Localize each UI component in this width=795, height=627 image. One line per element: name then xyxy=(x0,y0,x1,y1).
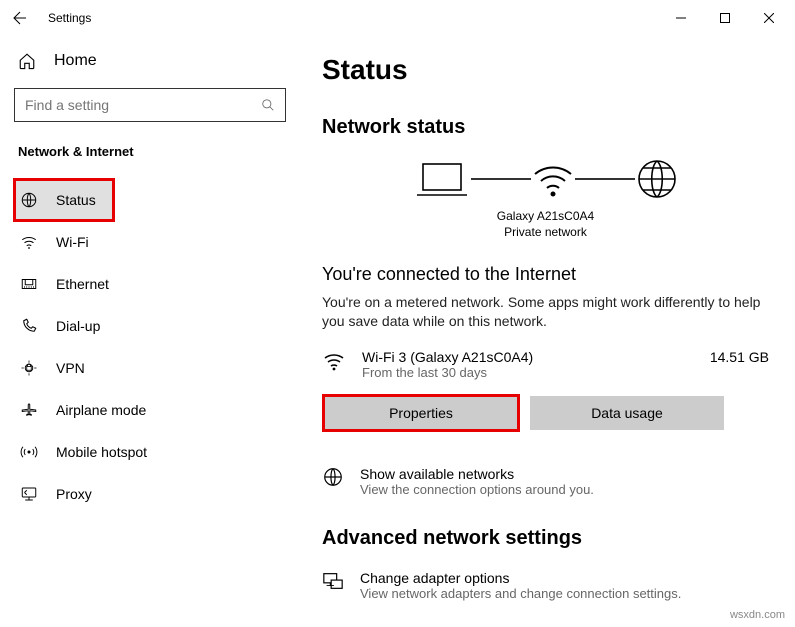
sidebar-item-label: Mobile hotspot xyxy=(56,444,147,460)
watermark: wsxdn.com xyxy=(730,609,785,621)
sidebar-item-status[interactable]: Status xyxy=(14,179,114,221)
adapter-options-row[interactable]: Change adapter options View network adap… xyxy=(322,570,769,601)
globe-icon xyxy=(322,466,344,497)
button-row: Properties Data usage xyxy=(324,396,769,430)
minimize-button[interactable] xyxy=(659,3,703,33)
close-button[interactable] xyxy=(747,3,791,33)
wifi-icon xyxy=(322,349,346,373)
wifi-icon xyxy=(531,158,575,200)
sidebar-item-label: Wi-Fi xyxy=(56,234,89,250)
advanced-title: Advanced network settings xyxy=(322,527,769,550)
titlebar: Settings xyxy=(0,0,795,36)
network-status-title: Network status xyxy=(322,116,769,139)
diagram-line xyxy=(575,178,635,180)
window-title: Settings xyxy=(48,11,91,25)
available-sub: View the connection options around you. xyxy=(360,482,594,497)
search-box[interactable] xyxy=(14,88,286,122)
sidebar-item-wifi[interactable]: Wi-Fi xyxy=(14,221,286,263)
sidebar-item-label: Ethernet xyxy=(56,276,109,292)
wifi-name: Wi-Fi 3 (Galaxy A21sC0A4) xyxy=(362,349,694,365)
wifi-icon xyxy=(20,233,38,251)
titlebar-left: Settings xyxy=(8,6,91,30)
sidebar-item-proxy[interactable]: Proxy xyxy=(14,473,286,515)
page-title: Status xyxy=(322,54,769,86)
close-icon xyxy=(764,13,774,23)
wifi-connection-row: Wi-Fi 3 (Galaxy A21sC0A4) From the last … xyxy=(322,349,769,380)
properties-button[interactable]: Properties xyxy=(324,396,518,430)
adapter-icon xyxy=(322,570,344,601)
data-usage-button[interactable]: Data usage xyxy=(530,396,724,430)
router-name: Galaxy A21sC0A4 xyxy=(322,209,769,225)
sidebar-item-airplane[interactable]: Airplane mode xyxy=(14,389,286,431)
network-type: Private network xyxy=(322,225,769,241)
available-title: Show available networks xyxy=(360,466,594,482)
main-area: Home Network & Internet Status Wi-Fi Eth… xyxy=(0,36,795,627)
search-icon xyxy=(261,98,275,112)
diagram-caption: Galaxy A21sC0A4 Private network xyxy=(322,209,769,240)
laptop-icon xyxy=(413,158,471,200)
ethernet-icon xyxy=(20,275,38,293)
sidebar-item-label: Status xyxy=(56,192,96,208)
search-input[interactable] xyxy=(25,97,250,113)
globe-icon xyxy=(20,191,38,209)
hotspot-icon xyxy=(20,443,38,461)
wifi-usage: 14.51 GB xyxy=(710,349,769,365)
adapter-title: Change adapter options xyxy=(360,570,681,586)
home-link[interactable]: Home xyxy=(14,46,286,88)
globe-icon xyxy=(635,157,679,201)
network-diagram xyxy=(322,157,769,201)
wifi-text: Wi-Fi 3 (Galaxy A21sC0A4) From the last … xyxy=(362,349,694,380)
available-text: Show available networks View the connect… xyxy=(360,466,594,497)
wifi-sub: From the last 30 days xyxy=(362,365,694,380)
arrow-left-icon xyxy=(11,9,29,27)
connected-desc: You're on a metered network. Some apps m… xyxy=(322,293,769,331)
available-networks-row[interactable]: Show available networks View the connect… xyxy=(322,466,769,497)
adapter-sub: View network adapters and change connect… xyxy=(360,586,681,601)
sidebar-item-label: Dial-up xyxy=(56,318,100,334)
airplane-icon xyxy=(20,401,38,419)
sidebar-item-label: VPN xyxy=(56,360,85,376)
maximize-button[interactable] xyxy=(703,3,747,33)
dialup-icon xyxy=(20,317,38,335)
maximize-icon xyxy=(720,13,730,23)
sidebar-item-ethernet[interactable]: Ethernet xyxy=(14,263,286,305)
home-label: Home xyxy=(54,52,97,70)
sidebar-item-label: Proxy xyxy=(56,486,92,502)
diagram-line xyxy=(471,178,531,180)
connected-title: You're connected to the Internet xyxy=(322,264,769,285)
adapter-text: Change adapter options View network adap… xyxy=(360,570,681,601)
proxy-icon xyxy=(20,485,38,503)
sidebar: Home Network & Internet Status Wi-Fi Eth… xyxy=(0,36,300,627)
back-button[interactable] xyxy=(8,6,32,30)
minimize-icon xyxy=(676,13,686,23)
sidebar-item-hotspot[interactable]: Mobile hotspot xyxy=(14,431,286,473)
sidebar-item-dialup[interactable]: Dial-up xyxy=(14,305,286,347)
window-controls xyxy=(659,3,791,33)
home-icon xyxy=(18,52,36,70)
vpn-icon xyxy=(20,359,38,377)
content: Status Network status Galaxy A21sC0A4 Pr… xyxy=(300,36,795,627)
sidebar-item-label: Airplane mode xyxy=(56,402,146,418)
sidebar-item-vpn[interactable]: VPN xyxy=(14,347,286,389)
category-title: Network & Internet xyxy=(14,144,286,159)
